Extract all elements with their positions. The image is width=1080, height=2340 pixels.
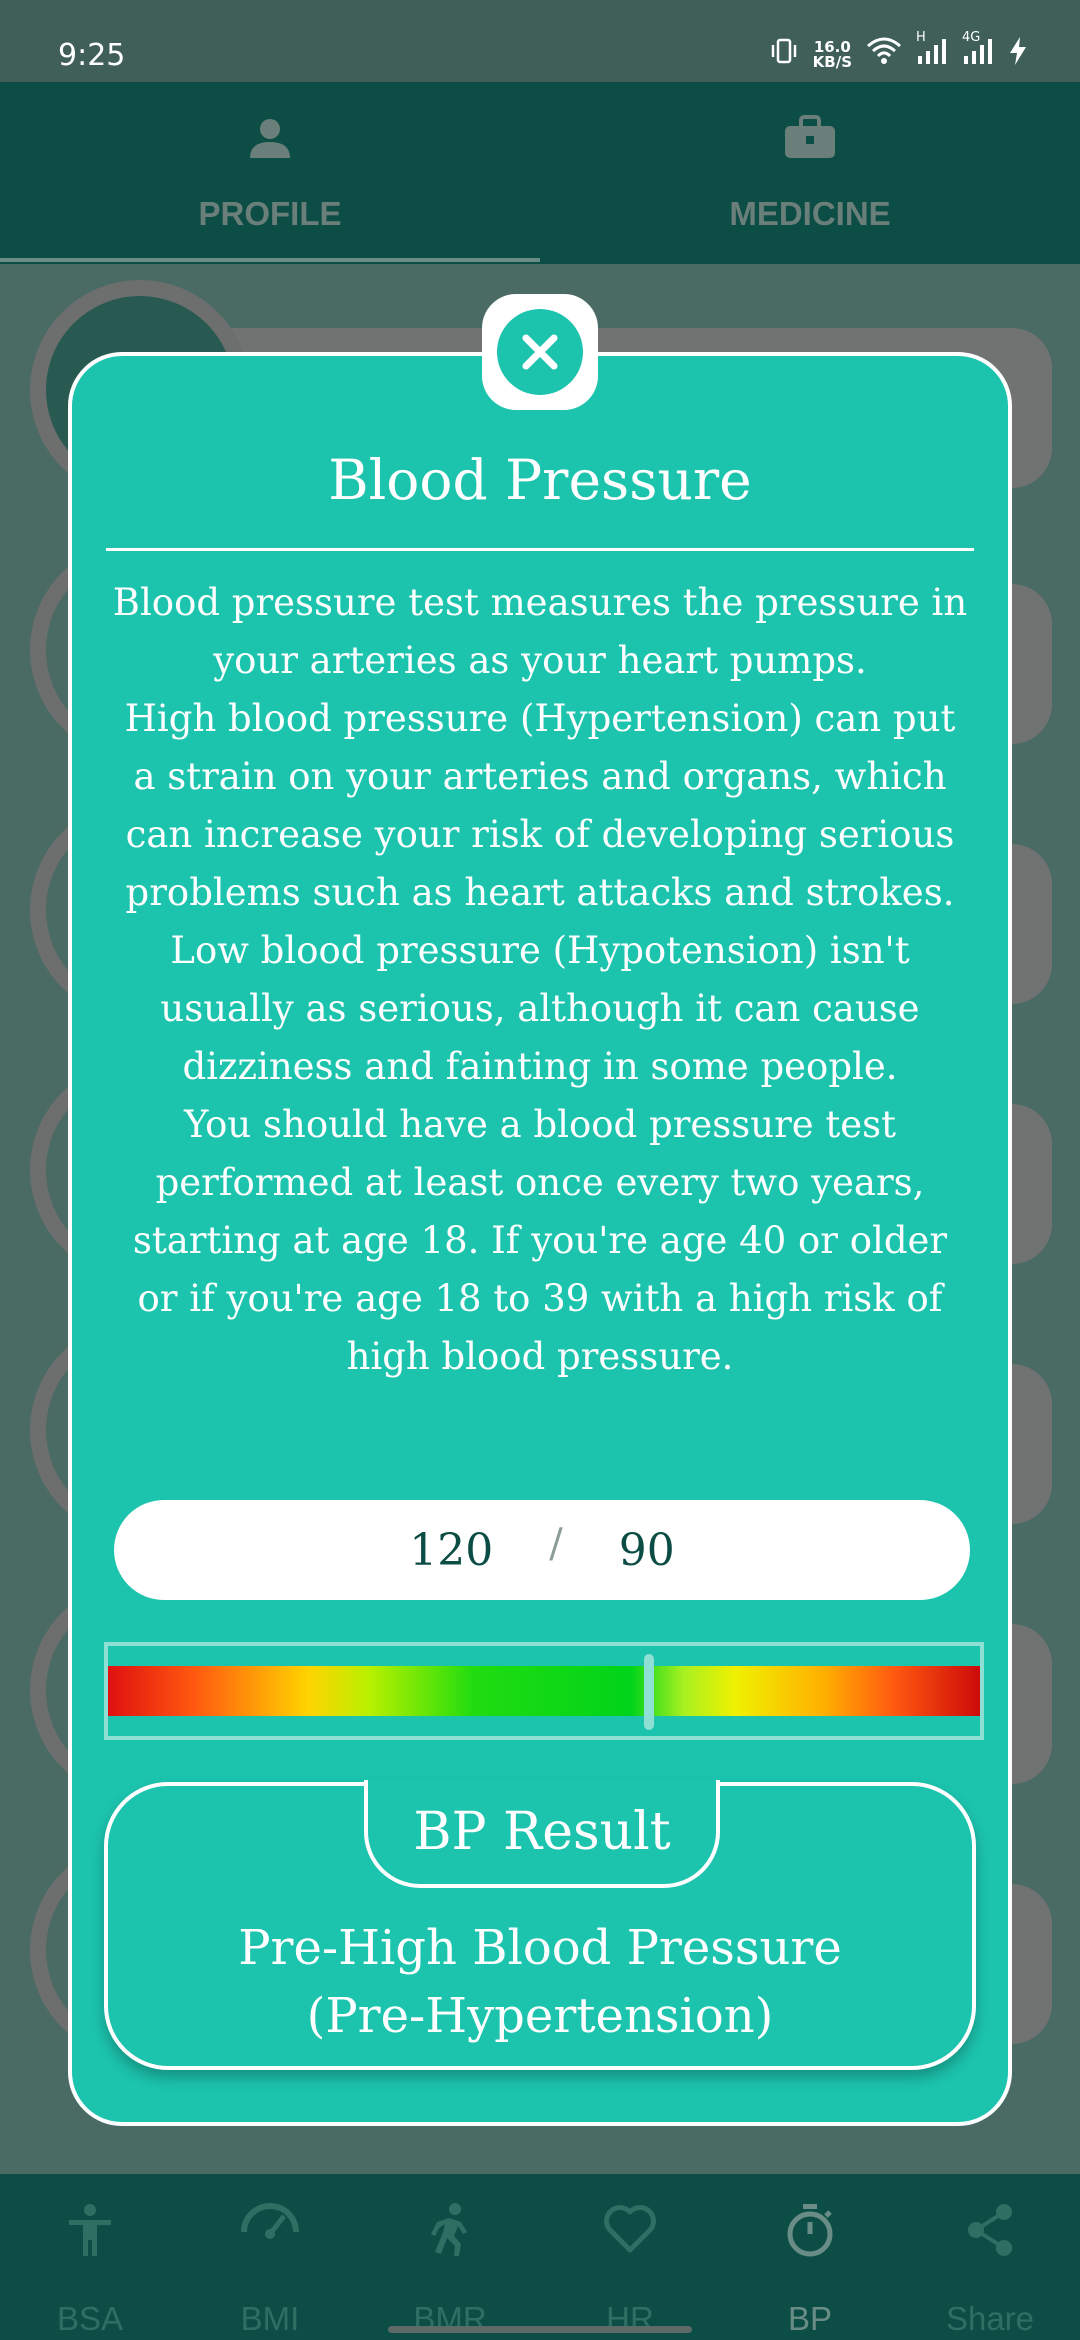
tab-label: MEDICINE	[729, 195, 891, 232]
briefcase-icon	[783, 114, 837, 166]
person-icon	[246, 114, 294, 166]
systolic-value: 120	[409, 1524, 494, 1576]
bp-value-field[interactable]: 120 / 90	[114, 1500, 970, 1600]
status-icons: 16.0 KB/S H 4G	[769, 30, 1028, 73]
tab-indicator	[0, 258, 540, 262]
nav-label: BSA	[56, 2300, 124, 2337]
home-indicator[interactable]	[388, 2326, 692, 2333]
bp-scale	[104, 1642, 984, 1740]
value-separator: /	[549, 1521, 563, 1567]
nav-label: BP	[787, 2300, 833, 2337]
nav-bsa[interactable]: BSA	[0, 2174, 180, 2340]
dialog-title: Blood Pressure	[328, 448, 752, 512]
heart-icon	[602, 2202, 658, 2258]
vibrate-icon	[769, 36, 799, 73]
close-icon	[497, 309, 583, 395]
tab-label: PROFILE	[198, 195, 342, 232]
nav-label: BMI	[240, 2300, 300, 2337]
network-speed: 16.0 KB/S	[812, 39, 852, 71]
diastolic-value: 90	[618, 1524, 675, 1576]
nav-bmi[interactable]: BMI	[180, 2174, 360, 2340]
stopwatch-icon	[784, 2202, 836, 2262]
signal-icon-1: H	[916, 30, 948, 73]
gauge-icon	[240, 2202, 300, 2262]
dialog-description: Blood pressure test measures the pressur…	[112, 581, 968, 1378]
nav-hr[interactable]: HR	[540, 2174, 720, 2340]
person-standing-icon	[65, 2202, 115, 2262]
share-icon	[964, 2202, 1016, 2262]
bp-result-box: BP Result Pre-High Blood Pressure (Pre-H…	[104, 1780, 976, 2070]
nav-bmr[interactable]: BMR	[360, 2174, 540, 2340]
charging-icon	[1008, 36, 1028, 73]
signal-label-1: H	[916, 30, 926, 45]
tab-medicine[interactable]: MEDICINE	[540, 82, 1080, 264]
bp-result-line1: Pre-High Blood Pressure	[238, 1920, 842, 1976]
wifi-icon	[866, 36, 902, 73]
close-button[interactable]	[482, 294, 598, 410]
bottom-nav: BSA BMI BMR HR BP Share	[0, 2174, 1080, 2340]
bp-result-heading: BP Result	[364, 1780, 720, 1888]
title-divider	[106, 548, 974, 551]
nav-share[interactable]: Share	[900, 2174, 1080, 2340]
top-tab-bar: PROFILE MEDICINE	[0, 82, 1080, 264]
signal-icon-2: 4G	[962, 30, 994, 73]
bp-scale-gradient	[108, 1666, 980, 1716]
runner-icon	[425, 2202, 475, 2262]
blood-pressure-dialog: Blood Pressure Blood pressure test measu…	[68, 352, 1012, 2126]
network-speed-unit: KB/S	[812, 52, 852, 71]
tab-profile[interactable]: PROFILE	[0, 82, 540, 264]
bp-result-text: Pre-High Blood Pressure (Pre-Hypertensio…	[128, 1914, 952, 2050]
bp-result-line2: (Pre-Hypertension)	[306, 1988, 774, 2044]
bp-scale-marker	[643, 1654, 654, 1730]
nav-bp[interactable]: BP	[720, 2174, 900, 2340]
status-time: 9:25	[58, 38, 126, 73]
signal-label-2: 4G	[962, 30, 981, 45]
status-bar: 9:25 16.0 KB/S H 4G	[0, 0, 1080, 82]
nav-label: Share	[945, 2300, 1035, 2337]
